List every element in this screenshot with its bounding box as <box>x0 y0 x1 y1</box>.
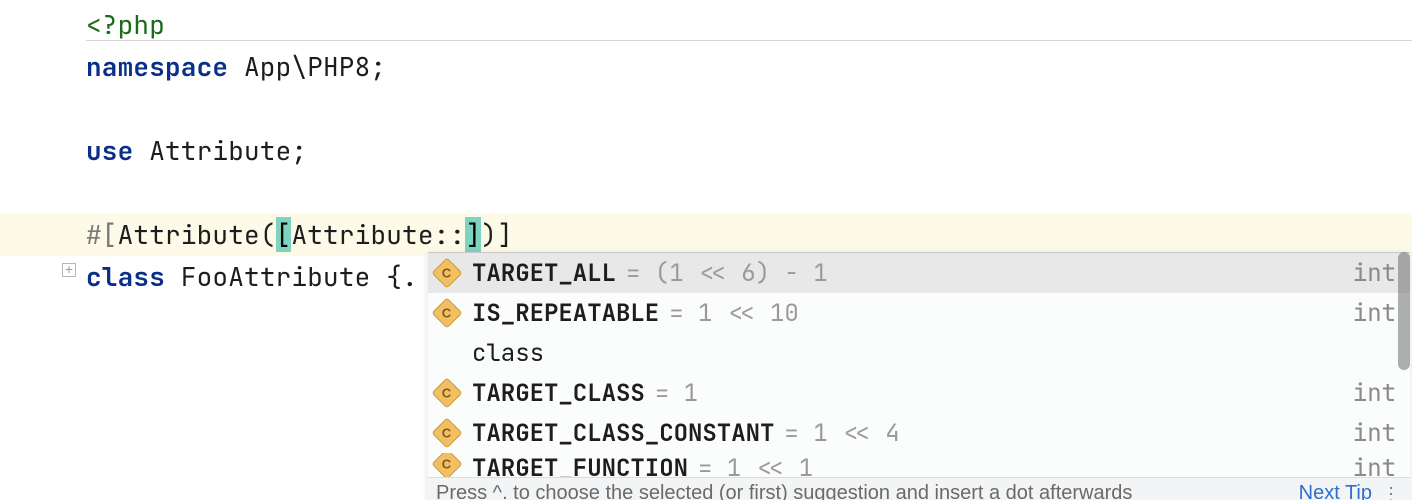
completion-item-value: = 1 << 4 <box>784 418 899 449</box>
completion-hint-text: Press ^. to choose the selected (or firs… <box>436 482 1132 500</box>
completion-item[interactable]: C IS_REPEATABLE = 1 << 10 int <box>428 293 1410 333</box>
completion-footer: Press ^. to choose the selected (or firs… <box>428 477 1410 500</box>
constant-icon: C <box>431 377 462 408</box>
completion-item-name: IS_REPEATABLE <box>472 298 659 329</box>
code-line: namespace App\PHP8; <box>86 46 1412 88</box>
php-open-tag: <?php <box>86 7 165 42</box>
matched-bracket: [ <box>276 217 292 252</box>
code-line <box>86 172 1412 214</box>
constant-icon: C <box>431 453 462 477</box>
constant-icon: C <box>431 257 462 288</box>
popup-scrollbar-thumb[interactable] <box>1398 252 1410 370</box>
popup-scrollbar-track[interactable] <box>1398 252 1412 476</box>
completion-item-type: int <box>1353 378 1396 409</box>
more-icon[interactable]: ⋮ <box>1382 492 1400 496</box>
constant-icon: C <box>431 417 462 448</box>
completion-item-type: int <box>1353 453 1396 477</box>
code-line: <?php <box>86 4 1412 46</box>
completion-item-name: TARGET_CLASS_CONSTANT <box>472 418 774 449</box>
completion-item-type: int <box>1353 418 1396 449</box>
completion-item-name: TARGET_ALL <box>472 258 616 289</box>
code-line <box>86 88 1412 130</box>
completion-item-type: int <box>1353 298 1396 329</box>
completion-item-value: = 1 <box>655 378 698 409</box>
completion-item-name: TARGET_CLASS <box>472 378 645 409</box>
code-line-current: #[Attribute([Attribute::])] <box>0 214 1412 256</box>
code-editor[interactable]: + <?php namespace App\PHP8; use Attribut… <box>0 0 1412 500</box>
completion-item-name: TARGET_FUNCTION <box>472 453 688 477</box>
completion-item-type: int <box>1353 258 1396 289</box>
code-line: use Attribute; <box>86 130 1412 172</box>
completion-item-value: = 1 << 10 <box>669 298 799 329</box>
completion-item-keyword[interactable]: class <box>428 333 1410 373</box>
completion-item-value: = (1 << 6) - 1 <box>626 258 828 289</box>
matched-bracket: ] <box>465 217 481 252</box>
completion-item[interactable]: C TARGET_ALL = (1 << 6) - 1 int <box>428 253 1410 293</box>
constant-icon: C <box>431 297 462 328</box>
completion-item-value: = 1 << 1 <box>698 453 813 477</box>
completion-item[interactable]: C TARGET_FUNCTION = 1 << 1 int <box>428 453 1410 477</box>
completion-item[interactable]: C TARGET_CLASS_CONSTANT = 1 << 4 int <box>428 413 1410 453</box>
next-tip-link[interactable]: Next Tip <box>1299 482 1372 500</box>
completion-item[interactable]: C TARGET_CLASS = 1 int <box>428 373 1410 413</box>
completion-popup[interactable]: C TARGET_ALL = (1 << 6) - 1 int C IS_REPEATAB… <box>428 252 1410 500</box>
